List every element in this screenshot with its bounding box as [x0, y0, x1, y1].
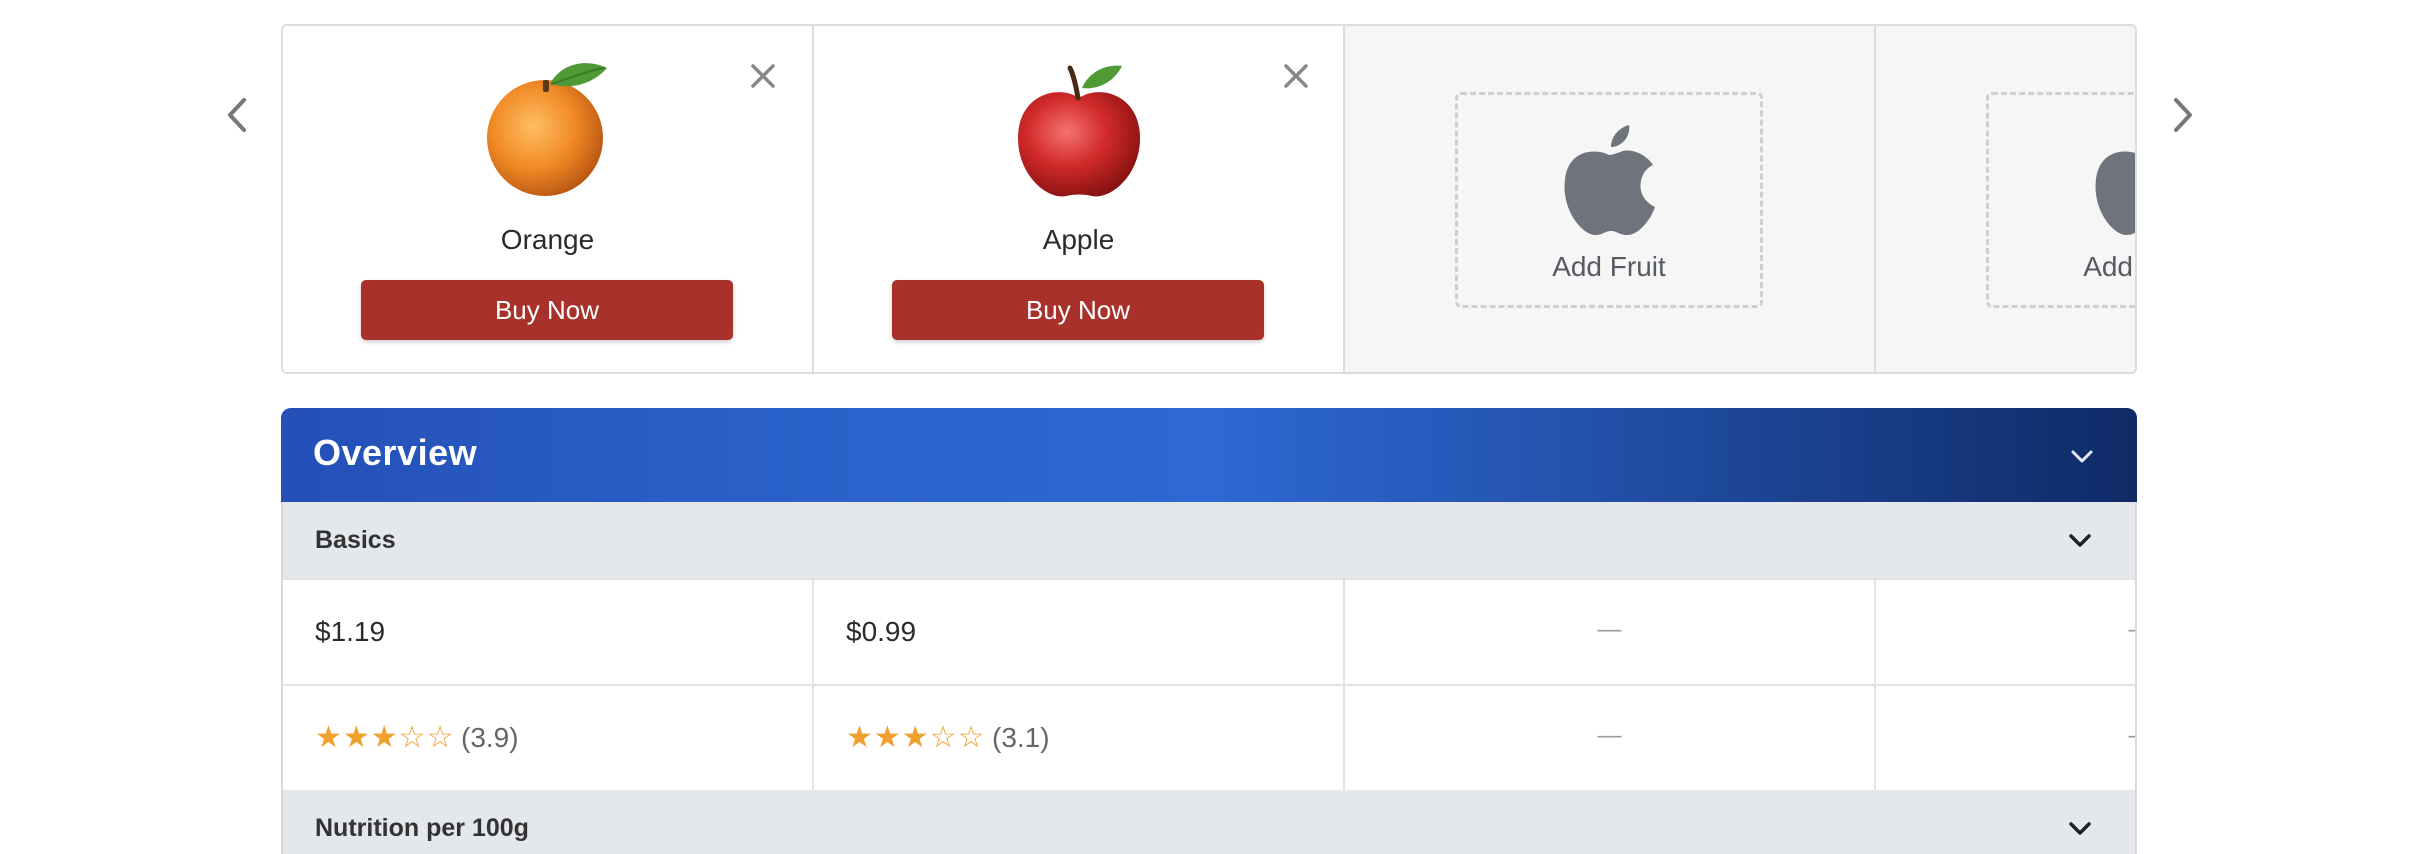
section-nutrition[interactable]: Nutrition per 100g: [281, 790, 2137, 854]
empty-value: —: [1876, 616, 2136, 644]
star-rating: ★★★☆☆: [315, 721, 455, 754]
rating-score: (3.9): [461, 722, 519, 753]
remove-orange-button[interactable]: [743, 56, 783, 96]
section-label: Basics: [315, 526, 396, 554]
price-row: $1.19 $0.99 — —: [281, 578, 2137, 684]
fruit-name: Apple: [1042, 224, 1115, 255]
rating-score: (3.1): [992, 722, 1050, 753]
price-value: $1.19: [315, 616, 386, 647]
add-fruit-label: Add Fruit: [1552, 251, 1666, 282]
empty-value: —: [1876, 722, 2136, 750]
fruit-comparison-cards: Orange Buy Now Apple Buy Now Add Fruit A…: [281, 24, 2137, 374]
overview-title: Overview: [313, 432, 478, 473]
close-icon: [1284, 64, 1308, 88]
price-cell: —: [1345, 580, 1876, 684]
rating-cell: —: [1876, 686, 2136, 790]
overview-accordion[interactable]: Overview: [281, 408, 2137, 502]
close-icon: [751, 64, 775, 88]
buy-now-button[interactable]: Buy Now: [361, 280, 733, 340]
section-label: Nutrition per 100g: [315, 814, 529, 842]
buy-now-button[interactable]: Buy Now: [892, 280, 1264, 340]
chevron-down-icon: [2065, 526, 2095, 556]
price-cell: $1.19: [283, 580, 814, 684]
rating-row: ★★★☆☆ (3.9) ★★★☆☆ (3.1) — —: [281, 684, 2137, 790]
add-fruit-button[interactable]: Add Fruit: [1455, 92, 1763, 308]
chevron-down-icon: [2067, 442, 2097, 472]
section-basics[interactable]: Basics: [281, 502, 2137, 578]
price-cell: —: [1876, 580, 2136, 684]
empty-value: —: [1597, 616, 1622, 643]
price-value: $0.99: [846, 616, 917, 647]
next-arrow-button[interactable]: [2162, 92, 2202, 138]
chevron-down-icon: [2065, 814, 2095, 844]
apple-icon: [1004, 54, 1154, 204]
fruit-card-orange: Orange Buy Now: [283, 26, 814, 372]
rating-cell: ★★★☆☆ (3.1): [814, 686, 1345, 790]
empty-slot: Add Fruit: [1876, 26, 2135, 372]
orange-icon: [473, 54, 623, 204]
add-fruit-label: Add Fruit: [2083, 251, 2135, 282]
chevron-right-icon: [2174, 98, 2192, 132]
empty-slot: Add Fruit: [1345, 26, 1876, 372]
star-rating: ★★★☆☆: [846, 721, 986, 754]
fruit-card-apple: Apple Buy Now: [814, 26, 1345, 372]
rating-cell: ★★★☆☆ (3.9): [283, 686, 814, 790]
empty-value: —: [1597, 722, 1622, 749]
price-cell: $0.99: [814, 580, 1345, 684]
rating-cell: —: [1345, 686, 1876, 790]
apple-logo-icon: [1559, 121, 1659, 237]
previous-arrow-button[interactable]: [218, 92, 258, 138]
add-fruit-button[interactable]: Add Fruit: [1986, 92, 2135, 308]
apple-logo-icon: [2090, 121, 2135, 237]
fruit-name: Orange: [500, 224, 595, 255]
chevron-left-icon: [228, 98, 246, 132]
remove-apple-button[interactable]: [1276, 56, 1316, 96]
